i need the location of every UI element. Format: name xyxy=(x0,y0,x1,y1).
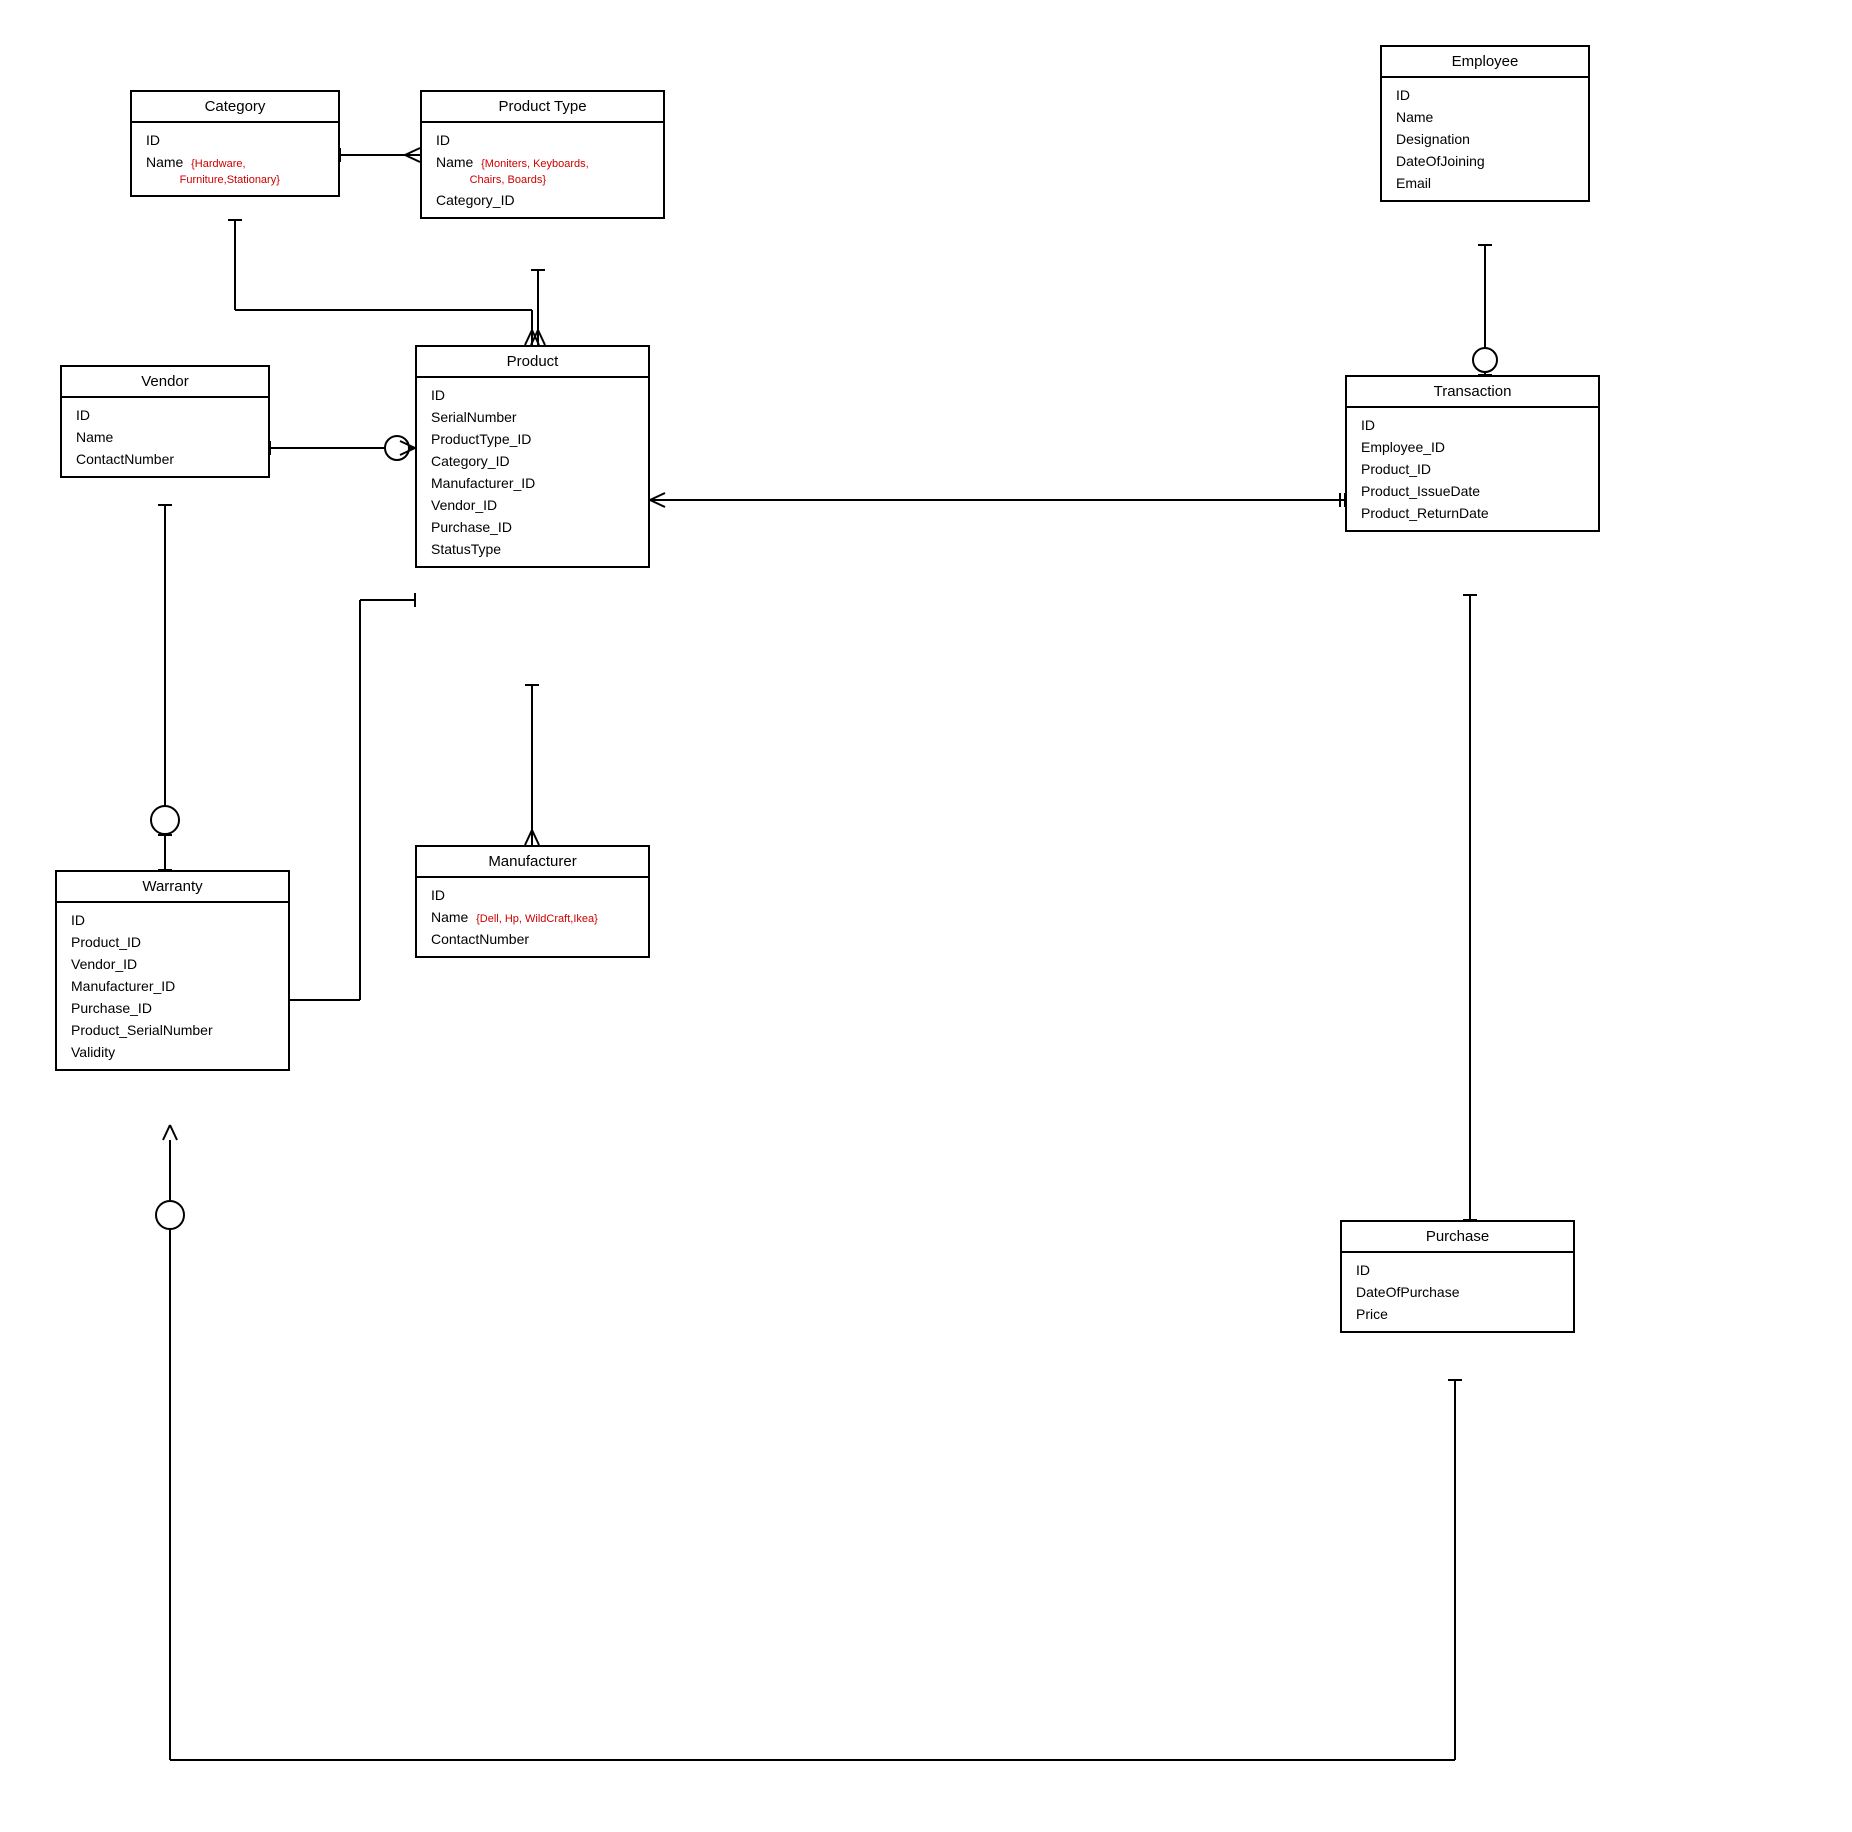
entity-transaction: Transaction ID Employee_ID Product_ID Pr… xyxy=(1345,375,1600,532)
prod-attr-catid: Category_ID xyxy=(431,450,634,472)
pur-attr-price: Price xyxy=(1356,1303,1559,1325)
vendor-attr-id: ID xyxy=(76,404,254,426)
trans-attr-return: Product_ReturnDate xyxy=(1361,502,1584,524)
employee-title: Employee xyxy=(1382,47,1588,78)
vendor-title: Vendor xyxy=(62,367,268,398)
war-attr-serial: Product_SerialNumber xyxy=(71,1019,274,1041)
prod-attr-venid: Vendor_ID xyxy=(431,494,634,516)
category-title: Category xyxy=(132,92,338,123)
man-attr-contact: ContactNumber xyxy=(431,928,634,950)
war-attr-id: ID xyxy=(71,909,274,931)
transaction-title: Transaction xyxy=(1347,377,1598,408)
emp-attr-id: ID xyxy=(1396,84,1574,106)
war-attr-manid: Manufacturer_ID xyxy=(71,975,274,997)
pt-attr-category-id: Category_ID xyxy=(436,189,649,211)
man-attr-name: Name {Dell, Hp, WildCraft,Ikea} xyxy=(431,906,634,928)
war-attr-validity: Validity xyxy=(71,1041,274,1063)
entity-purchase: Purchase ID DateOfPurchase Price xyxy=(1340,1220,1575,1333)
man-attr-id: ID xyxy=(431,884,634,906)
category-attr-id: ID xyxy=(146,129,324,151)
emp-attr-doj: DateOfJoining xyxy=(1396,150,1574,172)
prod-attr-id: ID xyxy=(431,384,634,406)
erd-diagram: Category ID Name {Hardware, Furniture,St… xyxy=(0,0,1852,1832)
pt-attr-name: Name {Moniters, Keyboards, Chairs, Board… xyxy=(436,151,649,189)
trans-attr-id: ID xyxy=(1361,414,1584,436)
emp-attr-designation: Designation xyxy=(1396,128,1574,150)
trans-attr-prodid: Product_ID xyxy=(1361,458,1584,480)
emp-attr-email: Email xyxy=(1396,172,1574,194)
entity-vendor: Vendor ID Name ContactNumber xyxy=(60,365,270,478)
product-type-title: Product Type xyxy=(422,92,663,123)
trans-attr-empid: Employee_ID xyxy=(1361,436,1584,458)
war-attr-venid: Vendor_ID xyxy=(71,953,274,975)
entity-product: Product ID SerialNumber ProductType_ID C… xyxy=(415,345,650,568)
entity-employee: Employee ID Name Designation DateOfJoini… xyxy=(1380,45,1590,202)
emp-attr-name: Name xyxy=(1396,106,1574,128)
purchase-title: Purchase xyxy=(1342,1222,1573,1253)
vendor-attr-contact: ContactNumber xyxy=(76,448,254,470)
trans-attr-issue: Product_IssueDate xyxy=(1361,480,1584,502)
pt-attr-id: ID xyxy=(436,129,649,151)
pur-attr-dop: DateOfPurchase xyxy=(1356,1281,1559,1303)
entity-product-type: Product Type ID Name {Moniters, Keyboard… xyxy=(420,90,665,219)
vendor-attr-name: Name xyxy=(76,426,254,448)
entity-manufacturer: Manufacturer ID Name {Dell, Hp, WildCraf… xyxy=(415,845,650,958)
war-attr-prodid: Product_ID xyxy=(71,931,274,953)
product-title: Product xyxy=(417,347,648,378)
prod-attr-purid: Purchase_ID xyxy=(431,516,634,538)
war-attr-purid: Purchase_ID xyxy=(71,997,274,1019)
pur-attr-id: ID xyxy=(1356,1259,1559,1281)
entity-category: Category ID Name {Hardware, Furniture,St… xyxy=(130,90,340,197)
entity-warranty: Warranty ID Product_ID Vendor_ID Manufac… xyxy=(55,870,290,1071)
warranty-title: Warranty xyxy=(57,872,288,903)
prod-attr-ptid: ProductType_ID xyxy=(431,428,634,450)
prod-attr-serial: SerialNumber xyxy=(431,406,634,428)
prod-attr-status: StatusType xyxy=(431,538,634,560)
prod-attr-manid: Manufacturer_ID xyxy=(431,472,634,494)
manufacturer-title: Manufacturer xyxy=(417,847,648,878)
category-attr-name: Name {Hardware, Furniture,Stationary} xyxy=(146,151,324,189)
